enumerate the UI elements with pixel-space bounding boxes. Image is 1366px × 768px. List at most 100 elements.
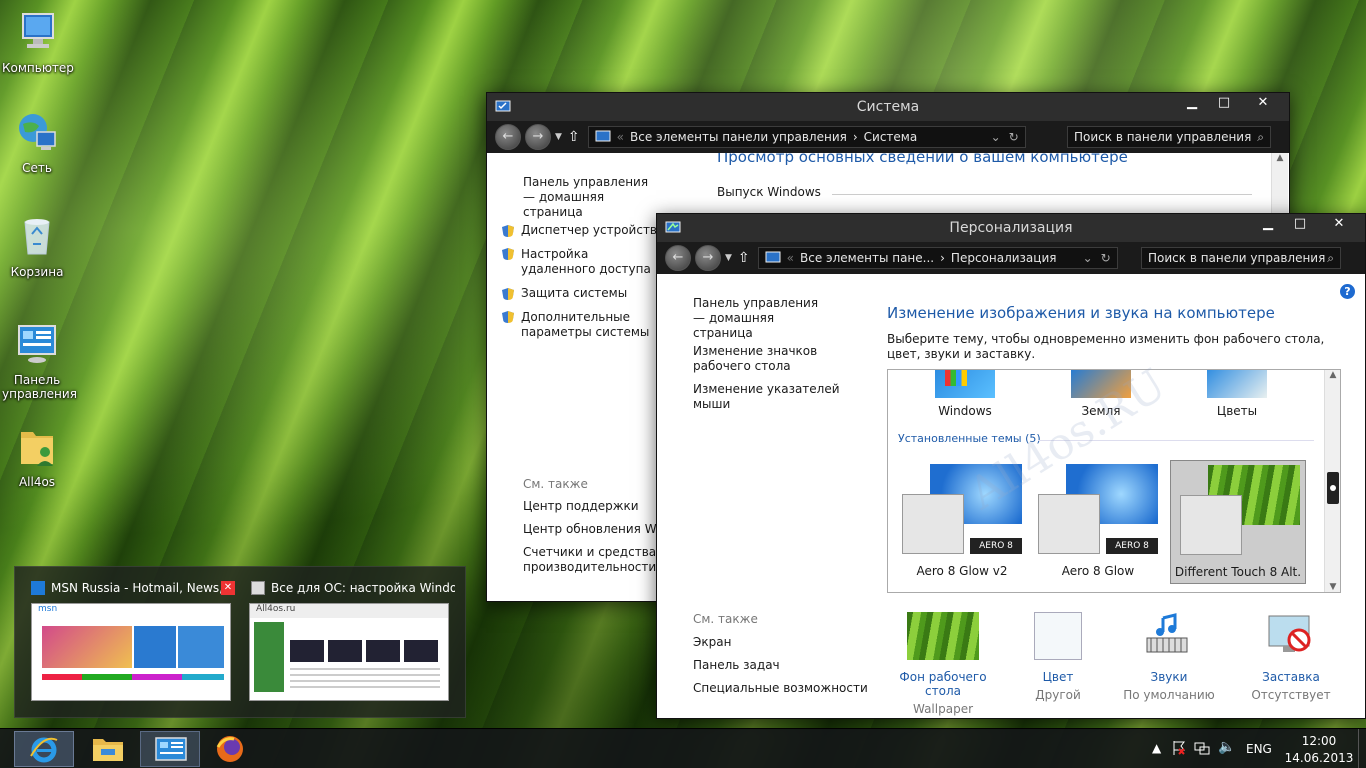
taskbar-app-explorer[interactable] <box>78 731 138 767</box>
thumbnail-title: MSN Russia - Hotmail, News, Cr... <box>51 581 235 595</box>
theme-different-touch-8-alt-selected[interactable]: Different Touch 8 Alt. <box>1170 460 1306 584</box>
minimize-button[interactable]: ▁ <box>1253 214 1283 234</box>
theme-list-scrollbar[interactable]: ▲ ▼ <box>1324 370 1340 592</box>
computer-icon <box>22 13 54 48</box>
breadcrumb-current[interactable]: Система <box>864 130 918 144</box>
show-desktop-button[interactable] <box>1358 729 1366 768</box>
internet-explorer-icon <box>30 737 58 763</box>
thumbnail-close-icon[interactable]: ✕ <box>221 581 235 595</box>
desktop-icon-computer[interactable]: Компьютер <box>2 10 74 75</box>
setting-color[interactable]: Цвет Другой <box>1013 612 1103 702</box>
language-indicator[interactable]: ENG <box>1246 742 1272 756</box>
address-dropdown-icon[interactable]: ⌄ <box>1083 251 1093 265</box>
address-bar[interactable]: « Все элементы панели управления › Систе… <box>587 126 1026 148</box>
search-icon[interactable]: ⌕ <box>1257 130 1264 145</box>
scroll-thumb[interactable] <box>1327 472 1339 504</box>
see-also-performance[interactable]: Счетчики и средства производительности <box>523 545 663 575</box>
control-panel-icon <box>18 325 56 363</box>
desktop-icon-recycle-bin[interactable]: Корзина <box>2 214 72 279</box>
theme-windows[interactable]: Windows <box>910 370 1020 418</box>
address-bar[interactable]: « Все элементы пане... › Персонализация … <box>757 247 1118 269</box>
breadcrumb-chevron-icon: « <box>786 251 794 265</box>
desktop-icon-label: All4os <box>18 475 56 489</box>
setting-screensaver[interactable]: Заставка Отсутствует <box>1241 612 1341 702</box>
personalization-window[interactable]: Персонализация ▁ □ ✕ ← → ▼ ⇧ « Все элеме… <box>656 213 1366 719</box>
thumbnail-all4os[interactable]: All4os.ru <box>249 603 449 701</box>
control-panel-small-icon <box>595 130 611 142</box>
theme-flowers[interactable]: Цветы <box>1182 370 1292 418</box>
sidebar-home-link[interactable]: Панель управления — домашняя страница <box>693 296 833 341</box>
scroll-up-icon[interactable]: ▲ <box>1325 370 1340 380</box>
refresh-icon[interactable]: ↻ <box>1009 130 1019 144</box>
theme-name: Windows <box>938 404 992 418</box>
sidebar-item-remote-settings[interactable]: Настройка удаленного доступа <box>501 247 661 277</box>
scroll-down-icon[interactable]: ▼ <box>1325 582 1340 592</box>
desktop-icon-control-panel[interactable]: Панель управления <box>2 322 77 401</box>
setting-title: Цвет <box>1042 670 1074 684</box>
tray-expand-icon[interactable]: ▲ <box>1152 741 1161 755</box>
close-button[interactable]: ✕ <box>1317 214 1361 234</box>
see-also-windows-update[interactable]: Центр обновления Windows <box>523 522 698 537</box>
taskbar-app-ie[interactable] <box>14 731 74 767</box>
thumbnail-title: Все для ОС: настройка Windo... <box>271 581 455 595</box>
action-center-icon[interactable] <box>1172 740 1186 759</box>
forward-button[interactable]: → <box>525 124 551 150</box>
up-arrow-icon[interactable]: ⇧ <box>568 129 580 145</box>
thumbnail-msn[interactable]: msn <box>31 603 231 701</box>
color-swatch <box>1034 612 1082 660</box>
setting-desktop-background[interactable]: Фон рабочего стола Wallpaper <box>885 612 1001 716</box>
sidebar-item-advanced-settings[interactable]: Дополнительные параметры системы <box>501 310 661 340</box>
page-description: Выберите тему, чтобы одновременно измени… <box>887 332 1325 361</box>
scroll-up-icon[interactable]: ▲ <box>1272 153 1288 163</box>
search-input[interactable]: Поиск в панели управления <box>1074 130 1251 144</box>
see-also-accessibility[interactable]: Специальные возможности <box>693 681 873 696</box>
back-button[interactable]: ← <box>665 245 691 271</box>
network-tray-icon[interactable] <box>1194 740 1210 759</box>
maximize-button[interactable]: □ <box>1285 214 1315 234</box>
see-also-action-center[interactable]: Центр поддержки <box>523 499 663 514</box>
see-also-taskbar[interactable]: Панель задач <box>693 658 873 673</box>
control-panel-icon <box>155 737 187 761</box>
desktop-icon-network[interactable]: Сеть <box>2 110 72 175</box>
close-button[interactable]: ✕ <box>1241 93 1285 113</box>
desktop-icon-all4os[interactable]: All4os <box>2 424 72 489</box>
section-windows-edition: Выпуск Windows <box>717 185 821 199</box>
search-box[interactable]: Поиск в панели управления ⌕ <box>1141 247 1341 269</box>
system-titlebar[interactable]: Система ▁ □ ✕ <box>487 93 1289 121</box>
personalization-window-icon <box>665 221 681 233</box>
sidebar-item-mouse-pointers[interactable]: Изменение указателей мыши <box>693 382 873 412</box>
taskbar-app-firefox[interactable] <box>202 731 262 767</box>
minimize-button[interactable]: ▁ <box>1177 93 1207 113</box>
sidebar-item-device-manager[interactable]: Диспетчер устройств <box>501 223 661 238</box>
history-dropdown-icon[interactable]: ▼ <box>725 253 732 263</box>
window-title: Персонализация <box>949 220 1073 236</box>
up-arrow-icon[interactable]: ⇧ <box>738 250 750 266</box>
personalization-titlebar[interactable]: Персонализация ▁ □ ✕ <box>657 214 1365 242</box>
maximize-button[interactable]: □ <box>1209 93 1239 113</box>
sidebar-item-desktop-icons[interactable]: Изменение значков рабочего стола <box>693 344 873 374</box>
search-icon[interactable]: ⌕ <box>1327 251 1334 266</box>
taskbar-app-control-panel[interactable] <box>140 731 200 767</box>
help-icon[interactable]: ? <box>1340 284 1355 299</box>
desktop-icon-label: Компьютер <box>2 61 74 75</box>
user-folder-icon <box>21 432 53 466</box>
recycle-bin-icon <box>24 219 50 255</box>
see-also-display[interactable]: Экран <box>693 635 873 650</box>
forward-button[interactable]: → <box>695 245 721 271</box>
breadcrumb-root[interactable]: Все элементы панели управления <box>630 130 847 144</box>
search-input[interactable]: Поиск в панели управления <box>1148 251 1325 265</box>
refresh-icon[interactable]: ↻ <box>1101 251 1111 265</box>
setting-value: Отсутствует <box>1251 688 1331 702</box>
breadcrumb-root[interactable]: Все элементы пане... <box>800 251 934 265</box>
sidebar-item-system-protection[interactable]: Защита системы <box>501 286 661 301</box>
search-box[interactable]: Поиск в панели управления ⌕ <box>1067 126 1271 148</box>
volume-icon[interactable]: 🔈 <box>1218 739 1235 755</box>
sidebar-home-link[interactable]: Панель управления — домашняя страница <box>523 175 663 220</box>
theme-aero8-glow[interactable]: AERO 8 Aero 8 Glow <box>1034 464 1162 578</box>
setting-sounds[interactable]: Звуки По умолчанию <box>1119 612 1219 702</box>
address-dropdown-icon[interactable]: ⌄ <box>991 130 1001 144</box>
breadcrumb-current[interactable]: Персонализация <box>951 251 1057 265</box>
clock[interactable]: 12:00 14.06.2013 <box>1285 734 1354 765</box>
history-dropdown-icon[interactable]: ▼ <box>555 132 562 142</box>
back-button[interactable]: ← <box>495 124 521 150</box>
